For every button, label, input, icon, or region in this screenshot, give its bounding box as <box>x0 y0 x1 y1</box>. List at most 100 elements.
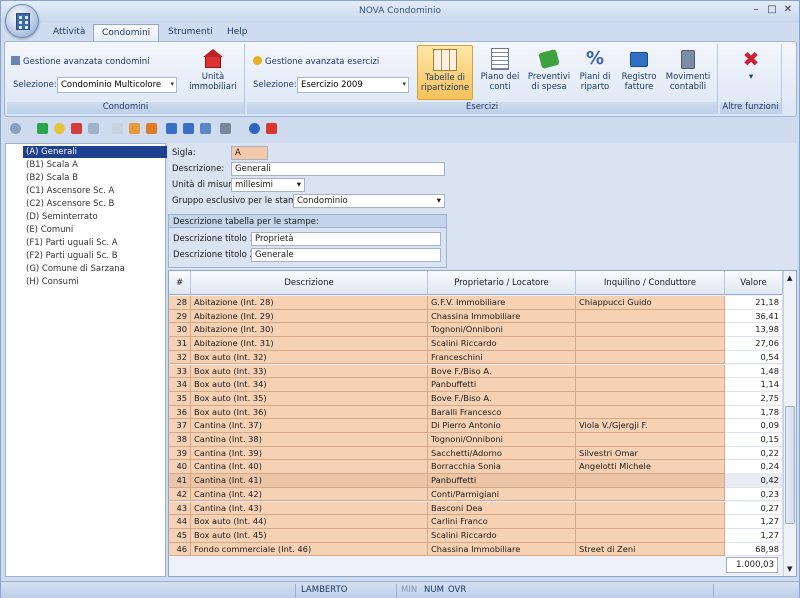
table-cell[interactable]: Box auto (Int. 44) <box>191 515 428 529</box>
table-cell[interactable] <box>576 378 725 392</box>
table-row[interactable]: 41 Cantina (Int. 41) Panbuffetti 0,42 <box>169 474 783 488</box>
table-cell[interactable] <box>576 391 725 406</box>
esercizio-select[interactable]: Esercizio 2009 ▾ <box>297 77 409 93</box>
table-cell[interactable]: 21,18 <box>725 296 783 310</box>
unita-immobiliari-button[interactable]: Unità immobiliari <box>185 48 241 92</box>
clipboard-icon[interactable] <box>146 123 157 134</box>
table-cell[interactable]: Abitazione (Int. 31) <box>191 337 428 351</box>
table-cell[interactable]: 0,54 <box>725 350 783 365</box>
tree-item[interactable]: (D) Seminterrato <box>23 211 101 223</box>
table-cell[interactable]: Conti/Parmigiani <box>428 487 576 502</box>
piano-conti-button[interactable]: Piano dei conti <box>476 48 524 92</box>
table-cell[interactable]: Baralli Francesco <box>428 405 576 420</box>
table-cell[interactable]: Angelotti Michele <box>576 460 725 475</box>
table-cell[interactable]: Box auto (Int. 34) <box>191 378 428 392</box>
table-cell[interactable]: 0,22 <box>725 446 783 461</box>
table-cell[interactable]: Viola V./Gjergji F. <box>576 419 725 433</box>
table-cell[interactable] <box>576 364 725 379</box>
table-cell[interactable]: 1,27 <box>725 528 783 543</box>
table-cell[interactable]: Borracchia Sonia <box>428 460 576 475</box>
scroll-down-icon[interactable]: ▼ <box>787 565 792 573</box>
tree-item[interactable]: (G) Comune di Sarzana <box>23 263 128 275</box>
table-cell[interactable]: Cantina (Int. 39) <box>191 446 428 461</box>
titolo1-field[interactable]: Proprietà <box>251 232 441 246</box>
tree-item[interactable]: (F2) Parti uguali Sc. B <box>23 250 121 262</box>
table-cell[interactable]: 45 <box>169 528 191 543</box>
table-cell[interactable]: Cantina (Int. 43) <box>191 501 428 516</box>
table-cell[interactable]: 0,15 <box>725 433 783 447</box>
table-cell[interactable] <box>576 487 725 502</box>
table-cell[interactable]: Basconi Dea <box>428 501 576 516</box>
table-cell[interactable]: Cantina (Int. 42) <box>191 487 428 502</box>
table-cell[interactable]: 0,23 <box>725 487 783 502</box>
table-cell[interactable]: Chassina Immobiliare <box>428 542 576 557</box>
table-cell[interactable]: Scalini Riccardo <box>428 528 576 543</box>
table-row[interactable]: 44 Box auto (Int. 44) Carlini Franco 1,27 <box>169 515 783 529</box>
table-cell[interactable]: Box auto (Int. 45) <box>191 528 428 543</box>
tree-item[interactable]: (A) Generali <box>23 146 167 158</box>
table-cell[interactable]: Box auto (Int. 33) <box>191 364 428 379</box>
tab-help[interactable]: Help <box>219 24 256 41</box>
table-cell[interactable] <box>576 528 725 543</box>
table-cell[interactable]: Sacchetti/Adorno <box>428 446 576 461</box>
table-row[interactable]: 28 Abitazione (Int. 28) G.F.V. Immobiliare… <box>169 296 783 310</box>
table-cell[interactable]: 37 <box>169 419 191 433</box>
tree-item[interactable]: (H) Consumi <box>23 276 82 288</box>
application-menu-button[interactable] <box>5 4 39 38</box>
copy-icon[interactable] <box>88 123 99 134</box>
table-cell[interactable]: 46 <box>169 542 191 557</box>
table-cell[interactable]: Carlini Franco <box>428 515 576 529</box>
add-icon[interactable] <box>37 123 48 134</box>
table-cell[interactable]: Abitazione (Int. 30) <box>191 323 428 338</box>
scroll-thumb[interactable] <box>785 406 795 524</box>
table-cell[interactable]: Tognoni/Onniboni <box>428 433 576 447</box>
table-cell[interactable]: 32 <box>169 350 191 365</box>
tree-item[interactable]: (B1) Scala A <box>23 159 81 171</box>
table-cell[interactable]: 44 <box>169 515 191 529</box>
table-cell[interactable]: Chassina Immobiliare <box>428 309 576 324</box>
table-cell[interactable]: 42 <box>169 487 191 502</box>
table-cell[interactable] <box>576 474 725 488</box>
gestione-condomini-header[interactable]: Gestione avanzata condomini <box>11 56 149 67</box>
table-cell[interactable]: 41 <box>169 474 191 488</box>
col-header-inquilino[interactable]: Inquilino / Conduttore <box>576 271 725 295</box>
arrow-down-icon[interactable] <box>183 123 194 134</box>
gear-icon[interactable] <box>10 123 21 134</box>
table-cell[interactable] <box>576 337 725 351</box>
table-row[interactable]: 36 Box auto (Int. 36) Baralli Francesco 1,7… <box>169 405 783 420</box>
scroll-up-icon[interactable]: ▲ <box>787 274 792 282</box>
table-cell[interactable]: Di Pierro Antonio <box>428 419 576 433</box>
close-button[interactable]: ✕ <box>781 4 795 15</box>
piani-riparto-button[interactable]: % Piani di riparto <box>574 48 616 92</box>
remove-icon[interactable] <box>71 123 82 134</box>
table-cell[interactable]: 0,42 <box>725 474 783 488</box>
table-cell[interactable]: Cantina (Int. 41) <box>191 474 428 488</box>
tab-attivita[interactable]: Attività <box>45 24 93 41</box>
maximize-button[interactable]: □ <box>765 4 779 15</box>
table-cell[interactable]: 1,14 <box>725 378 783 392</box>
table-row[interactable]: 35 Box auto (Int. 35) Bove F./Biso A. 2,75 <box>169 391 783 406</box>
table-row[interactable]: 29 Abitazione (Int. 29) Chassina Immobilia… <box>169 309 783 324</box>
table-cell[interactable]: 39 <box>169 446 191 461</box>
table-cell[interactable]: Panbuffetti <box>428 474 576 488</box>
tree-item[interactable]: (B2) Scala B <box>23 172 81 184</box>
table-row[interactable]: 37 Cantina (Int. 37) Di Pierro Antonio Viol… <box>169 419 783 433</box>
table-cell[interactable]: 0,09 <box>725 419 783 433</box>
table-row[interactable]: 42 Cantina (Int. 42) Conti/Parmigiani 0,23 <box>169 487 783 502</box>
tab-strumenti[interactable]: Strumenti <box>160 24 221 41</box>
table-cell[interactable]: 33 <box>169 364 191 379</box>
table-cell[interactable]: 0,24 <box>725 460 783 475</box>
col-header-valore[interactable]: Valore <box>725 271 783 295</box>
table-cell[interactable]: Street di Zeni <box>576 542 725 557</box>
table-cell[interactable]: Abitazione (Int. 29) <box>191 309 428 324</box>
gruppo-select[interactable]: Condominio ▾ <box>293 194 445 208</box>
table-cell[interactable] <box>576 350 725 365</box>
descrizione-field[interactable]: Generali <box>231 162 445 176</box>
tree-item[interactable]: (C1) Ascensore Sc. A <box>23 185 117 197</box>
movimenti-contabili-button[interactable]: Movimenti contabili <box>661 48 715 92</box>
table-cell[interactable]: 1,78 <box>725 405 783 420</box>
table-cell[interactable]: 30 <box>169 323 191 338</box>
help-icon[interactable] <box>249 123 260 134</box>
table-cell[interactable]: 40 <box>169 460 191 475</box>
altre-funzioni-button[interactable]: ✖ ▾ <box>730 48 772 82</box>
